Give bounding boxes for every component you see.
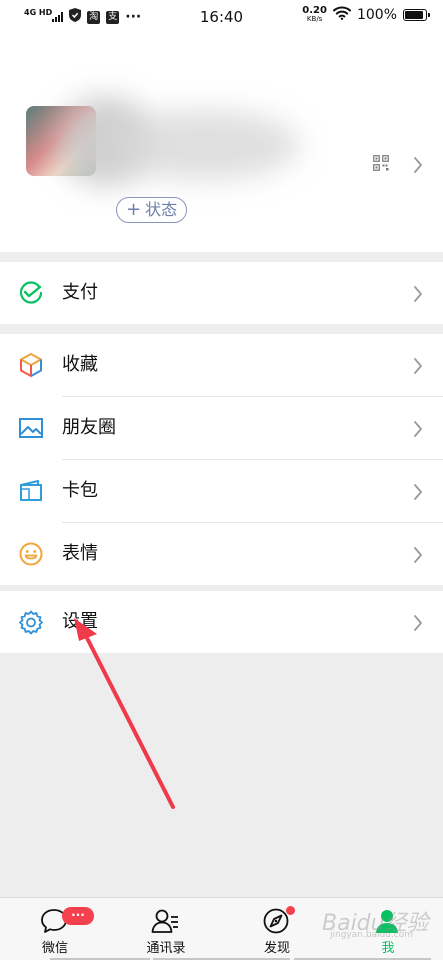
menu-item-moments-label: 朋友圈 [62, 417, 116, 438]
menu-item-settings-label: 设置 [62, 611, 98, 632]
gear-icon [18, 609, 44, 635]
features-section: 收藏 朋友圈 卡包 表情 [0, 334, 443, 585]
battery-percentage: 100% [356, 7, 397, 23]
tab-chats[interactable]: ··· 微信 [0, 898, 110, 960]
bottom-tab-bar: ··· 微信 通讯录 发现 我 [0, 897, 443, 960]
tab-contacts-label: 通讯录 [146, 941, 186, 956]
network-speed-value: 0.20 [302, 5, 327, 16]
status-right-cluster: 0.20 KB/s 100% [302, 6, 430, 24]
tab-discover-label: 发现 [263, 941, 290, 956]
status-bar: 4G HD 淘 支 ··· 16:40 0.20 KB/s 100% [0, 0, 443, 36]
profile-chevron-right-icon [413, 156, 423, 178]
discover-red-dot [286, 906, 295, 915]
person-icon [372, 906, 402, 936]
smile-icon [18, 541, 44, 567]
contacts-icon [150, 906, 180, 936]
qr-code-icon[interactable] [373, 155, 389, 175]
menu-item-favorites[interactable]: 收藏 [0, 334, 443, 396]
menu-item-stickers-label: 表情 [62, 543, 98, 564]
settings-section: 设置 [0, 591, 443, 653]
plus-icon: + [126, 199, 142, 220]
menu-item-pay[interactable]: 支付 [0, 262, 443, 324]
wifi-icon [332, 6, 351, 24]
tab-me[interactable]: 我 [333, 898, 443, 960]
wechat-pay-icon [18, 280, 44, 306]
add-status-label: 状态 [145, 200, 178, 219]
menu-item-favorites-label: 收藏 [62, 354, 98, 375]
chevron-right-icon [413, 614, 423, 636]
profile-header[interactable]: + 状态 [0, 36, 443, 252]
menu-item-settings[interactable]: 设置 [0, 591, 443, 653]
battery-level [405, 11, 423, 19]
tab-contacts[interactable]: 通讯录 [111, 898, 221, 960]
card-wallet-icon [18, 478, 44, 504]
network-speed: 0.20 KB/s [302, 6, 327, 24]
image-icon [18, 415, 44, 441]
chevron-right-icon [413, 483, 423, 505]
chevron-right-icon [413, 285, 423, 307]
unread-badge: ··· [62, 907, 94, 925]
battery-icon [403, 9, 430, 21]
menu-item-cards[interactable]: 卡包 [0, 460, 443, 522]
tab-chats-label: 微信 [41, 941, 68, 956]
add-status-button[interactable]: + 状态 [116, 197, 188, 223]
network-speed-unit: KB/s [306, 15, 323, 23]
tab-discover[interactable]: 发现 [222, 898, 332, 960]
wechat-me-screen: 4G HD 淘 支 ··· 16:40 0.20 KB/s 100% + 状态 … [0, 0, 443, 960]
chevron-right-icon [413, 420, 423, 442]
chevron-right-icon [413, 546, 423, 568]
redacted-name-smear [110, 110, 300, 180]
chevron-right-icon [413, 357, 423, 379]
menu-item-pay-label: 支付 [62, 282, 98, 303]
cube-icon [18, 352, 44, 378]
menu-item-moments[interactable]: 朋友圈 [0, 397, 443, 459]
menu-item-stickers[interactable]: 表情 [0, 523, 443, 585]
menu-item-cards-label: 卡包 [62, 480, 98, 501]
pay-section: 支付 [0, 262, 443, 324]
tab-me-label: 我 [381, 941, 395, 956]
